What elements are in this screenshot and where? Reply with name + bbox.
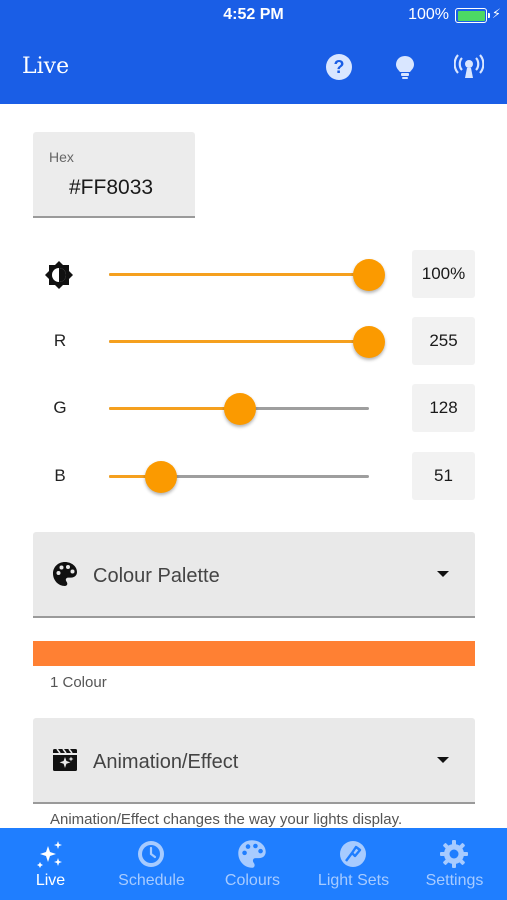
tab-colours-label: Colours <box>224 872 281 889</box>
green-track-fill <box>109 407 240 410</box>
tab-schedule[interactable]: Schedule <box>101 828 202 900</box>
tab-schedule-label: Schedule <box>118 872 185 889</box>
light-sets-icon <box>340 841 366 867</box>
bulb-icon <box>396 56 414 79</box>
broadcast-button[interactable] <box>453 52 485 82</box>
colour-palette-dropdown[interactable]: Colour Palette <box>33 532 475 618</box>
battery-icon <box>455 8 490 23</box>
gear-icon <box>440 840 468 868</box>
clapperboard-sparkle-icon <box>53 748 77 771</box>
help-icon: ? <box>326 54 352 80</box>
page-title: Live <box>22 54 70 79</box>
colour-palette-label: Colour Palette <box>93 565 220 587</box>
animation-effect-label: Animation/Effect <box>93 751 239 773</box>
hex-field[interactable]: Hex #FF8033 <box>33 132 195 218</box>
green-value[interactable]: 128 <box>412 384 475 432</box>
brightness-slider-row: 100% <box>0 250 507 298</box>
tab-colours[interactable]: Colours <box>202 828 303 900</box>
brightness-slider-thumb[interactable] <box>353 259 385 291</box>
hex-label: Hex <box>49 149 74 165</box>
blue-slider-row: B 51 <box>0 452 507 500</box>
palette-icon <box>53 562 77 586</box>
green-slider[interactable] <box>109 393 369 425</box>
brightness-icon <box>45 261 73 289</box>
blue-value[interactable]: 51 <box>412 452 475 500</box>
tab-light-sets[interactable]: Light Sets <box>303 828 404 900</box>
chevron-down-icon <box>437 757 449 763</box>
tab-settings-label: Settings <box>425 872 484 889</box>
palette-colour-count: 1 Colour <box>50 674 107 691</box>
animation-effect-dropdown[interactable]: Animation/Effect <box>33 718 475 804</box>
hex-value[interactable]: #FF8033 <box>69 176 153 200</box>
help-button[interactable]: ? <box>324 52 354 82</box>
green-slider-row: G 128 <box>0 384 507 432</box>
red-track-fill <box>109 340 369 343</box>
red-label: R <box>53 331 67 350</box>
brightness-value[interactable]: 100% <box>412 250 475 298</box>
tab-light-sets-label: Light Sets <box>317 872 390 889</box>
charging-icon: ⚡ <box>491 6 501 21</box>
palette-icon <box>238 840 266 868</box>
tab-live-label: Live <box>35 872 66 889</box>
blue-slider[interactable] <box>109 461 369 493</box>
battery-percent: 100% <box>408 6 449 23</box>
app-bar: Live ? <box>0 30 507 104</box>
sparkles-icon <box>37 841 62 868</box>
broadcast-icon <box>453 54 485 78</box>
animation-effect-helper: Animation/Effect changes the way your li… <box>50 811 403 828</box>
green-label: G <box>53 398 67 417</box>
red-value[interactable]: 255 <box>412 317 475 365</box>
brightness-slider[interactable] <box>109 259 385 291</box>
schedule-clock-icon <box>138 841 164 867</box>
tab-settings[interactable]: Settings <box>404 828 505 900</box>
red-slider[interactable] <box>109 326 385 358</box>
red-slider-thumb[interactable] <box>353 326 385 358</box>
blue-slider-thumb[interactable] <box>145 461 177 493</box>
chevron-down-icon <box>437 571 449 577</box>
status-bar: 4:52 PM 100% ⚡ <box>0 0 507 30</box>
tab-live[interactable]: Live <box>0 828 101 900</box>
green-slider-thumb[interactable] <box>223 393 256 425</box>
red-slider-row: R 255 <box>0 317 507 365</box>
svg-text:?: ? <box>334 57 345 77</box>
tab-bar: Live Schedule Colours Light Sets Setting… <box>0 828 507 900</box>
blue-label: B <box>54 466 66 485</box>
palette-colour-swatch[interactable] <box>33 641 475 666</box>
bulb-button[interactable] <box>390 52 420 82</box>
brightness-track-fill <box>109 273 369 276</box>
